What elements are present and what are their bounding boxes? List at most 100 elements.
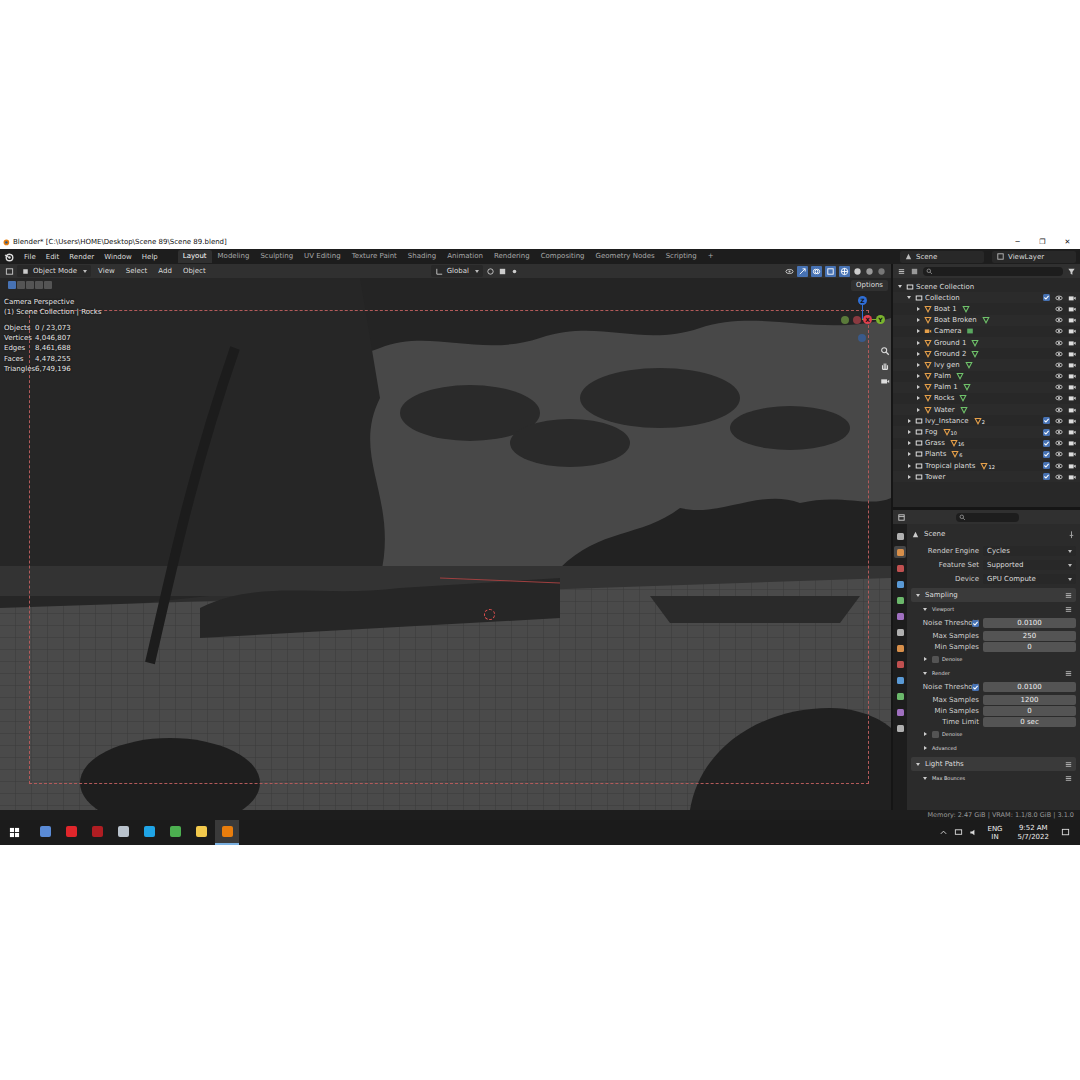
properties-tab[interactable] xyxy=(894,690,906,702)
property-panel-header[interactable]: Viewport xyxy=(911,602,1076,616)
workspace-tab[interactable]: UV Editing xyxy=(299,250,346,263)
eye-icon[interactable] xyxy=(1055,406,1063,414)
window-control-button[interactable]: ✕ xyxy=(1055,235,1080,249)
render-camera-icon[interactable] xyxy=(1068,406,1076,414)
property-dropdown[interactable]: Cycles xyxy=(983,546,1076,556)
properties-tab[interactable] xyxy=(894,674,906,686)
pin-icon[interactable] xyxy=(1067,530,1076,539)
viewport-menu-item[interactable]: Object xyxy=(179,267,210,275)
property-panel-header[interactable]: Denoise xyxy=(911,727,1076,741)
render-camera-icon[interactable] xyxy=(1068,294,1076,302)
menu-item[interactable]: Render xyxy=(65,253,98,261)
proportional-edit-icon[interactable] xyxy=(510,267,519,276)
workspace-tab[interactable]: Modeling xyxy=(213,250,255,263)
property-dropdown[interactable]: Supported xyxy=(983,560,1076,570)
window-control-button[interactable]: ❐ xyxy=(1030,235,1055,249)
property-panel-header[interactable]: Render xyxy=(911,666,1076,680)
taskbar-app[interactable] xyxy=(189,820,213,845)
workspace-tab[interactable]: Scripting xyxy=(661,250,702,263)
expand-arrow-icon[interactable] xyxy=(917,408,920,412)
window-control-button[interactable]: ─ xyxy=(1005,235,1030,249)
3d-viewport[interactable]: OptionsCamera Perspective(1) Scene Colle… xyxy=(0,278,891,810)
exclude-checkbox[interactable] xyxy=(1043,417,1050,424)
taskbar-app[interactable] xyxy=(215,820,239,845)
taskbar-app[interactable] xyxy=(137,820,161,845)
expand-arrow-icon[interactable] xyxy=(898,285,902,288)
exclude-checkbox[interactable] xyxy=(1043,440,1050,447)
select-mode-icon[interactable] xyxy=(44,281,52,289)
property-number-field[interactable]: 1200 xyxy=(983,695,1076,705)
properties-tab[interactable] xyxy=(894,706,906,718)
properties-tab[interactable] xyxy=(894,578,906,590)
outliner-row[interactable]: Scene Collection xyxy=(893,281,1080,292)
expand-arrow-icon[interactable] xyxy=(907,296,911,299)
gizmo-axis[interactable]: Y xyxy=(876,315,885,324)
add-workspace-button[interactable]: + xyxy=(703,250,719,263)
viewport-menu-item[interactable]: Select xyxy=(122,267,152,275)
outliner-row[interactable]: Tower xyxy=(893,471,1080,482)
outliner-row[interactable]: Water xyxy=(893,404,1080,415)
properties-tab[interactable] xyxy=(894,594,906,606)
taskbar-app[interactable] xyxy=(163,820,187,845)
panel-checkbox[interactable] xyxy=(932,731,939,738)
property-panel-header[interactable]: Sampling xyxy=(911,588,1076,602)
outliner-row[interactable]: Tropical plants12 xyxy=(893,460,1080,471)
expand-arrow-icon[interactable] xyxy=(908,475,911,479)
eye-icon[interactable] xyxy=(1055,439,1063,447)
taskbar-app[interactable] xyxy=(33,820,57,845)
options-button[interactable]: Options xyxy=(851,280,888,291)
property-panel-header[interactable]: Denoise xyxy=(911,652,1076,666)
exclude-checkbox[interactable] xyxy=(1043,473,1050,480)
property-panel-header[interactable]: Light Paths xyxy=(911,757,1076,771)
presets-list-icon[interactable] xyxy=(1064,669,1073,678)
render-camera-icon[interactable] xyxy=(1068,428,1076,436)
mode-dropdown[interactable]: Object Mode xyxy=(17,265,91,277)
volume-icon[interactable] xyxy=(969,828,978,837)
property-number-field[interactable]: 0 xyxy=(983,642,1076,652)
properties-tab[interactable] xyxy=(894,626,906,638)
eye-icon[interactable] xyxy=(1055,327,1063,335)
properties-tab[interactable] xyxy=(894,530,906,542)
blender-menu-icon[interactable] xyxy=(4,252,14,262)
notifications-icon[interactable] xyxy=(1061,828,1070,837)
property-panel-header[interactable]: Max Bounces xyxy=(911,771,1076,785)
material-shading-icon[interactable] xyxy=(865,267,874,276)
workspace-tab[interactable]: Texture Paint xyxy=(347,250,402,263)
render-camera-icon[interactable] xyxy=(1068,350,1076,358)
property-dropdown[interactable]: GPU Compute xyxy=(983,574,1076,584)
wireframe-shading-icon[interactable] xyxy=(839,266,850,277)
presets-list-icon[interactable] xyxy=(1064,605,1073,614)
eye-icon[interactable] xyxy=(1055,394,1063,402)
properties-tab[interactable] xyxy=(894,722,906,734)
presets-list-icon[interactable] xyxy=(1064,760,1073,769)
properties-search-field[interactable] xyxy=(956,513,1019,522)
property-number-field[interactable]: 0.0100 xyxy=(983,618,1076,628)
eye-icon[interactable] xyxy=(1055,417,1063,425)
eye-icon[interactable] xyxy=(1055,450,1063,458)
outliner-row[interactable]: Grass16 xyxy=(893,438,1080,449)
render-camera-icon[interactable] xyxy=(1068,473,1076,481)
taskbar-app[interactable] xyxy=(59,820,83,845)
workspace-tab[interactable]: Rendering xyxy=(489,250,535,263)
properties-tab[interactable] xyxy=(894,546,906,558)
render-camera-icon[interactable] xyxy=(1068,439,1076,447)
workspace-tab[interactable]: Layout xyxy=(178,250,212,263)
panel-checkbox[interactable] xyxy=(932,656,939,663)
viewport-menu-item[interactable]: Add xyxy=(154,267,176,275)
expand-arrow-icon[interactable] xyxy=(908,419,911,423)
taskbar-app[interactable] xyxy=(85,820,109,845)
exclude-checkbox[interactable] xyxy=(1043,451,1050,458)
properties-editor-icon[interactable] xyxy=(897,513,906,522)
outliner-row[interactable]: Boat 1 xyxy=(893,303,1080,314)
properties-tab[interactable] xyxy=(894,562,906,574)
properties-tab[interactable] xyxy=(894,610,906,622)
expand-arrow-icon[interactable] xyxy=(917,352,920,356)
outliner-row[interactable]: Fog10 xyxy=(893,426,1080,437)
render-camera-icon[interactable] xyxy=(1068,394,1076,402)
exclude-checkbox[interactable] xyxy=(1043,429,1050,436)
gizmo-axis[interactable]: X xyxy=(863,315,872,324)
outliner-editor-icon[interactable] xyxy=(897,267,906,276)
taskbar-app[interactable] xyxy=(111,820,135,845)
3d-cursor-icon[interactable] xyxy=(484,609,495,620)
workspace-tab[interactable]: Animation xyxy=(442,250,488,263)
